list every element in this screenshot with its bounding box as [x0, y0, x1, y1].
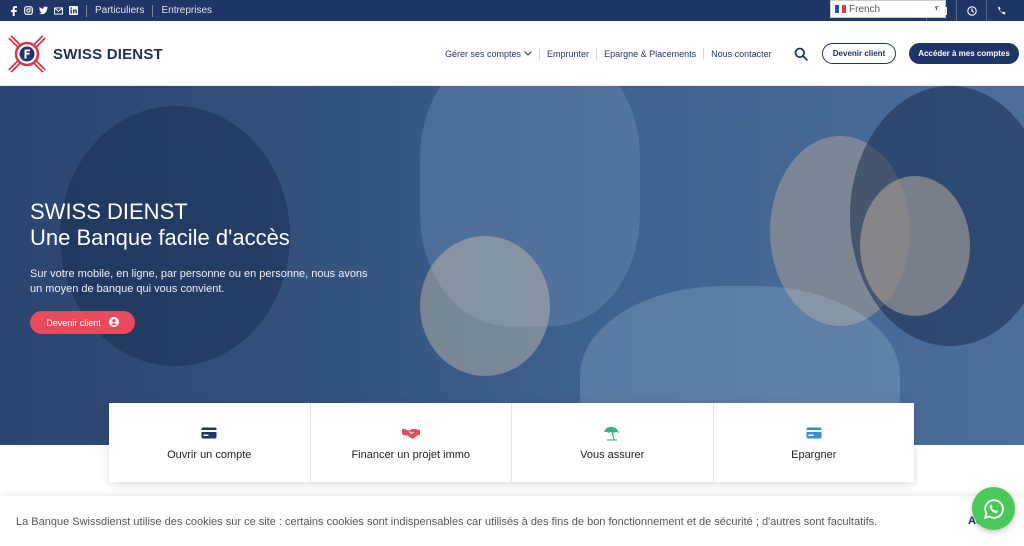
brand-name: SWISS DIENST [53, 45, 163, 63]
chevron-down-icon [524, 49, 532, 58]
card-icon [805, 425, 823, 441]
card-financer-projet[interactable]: Financer un projet immo [311, 403, 512, 482]
nav-item-emprunter[interactable]: Emprunter [540, 49, 596, 59]
user-icon [108, 316, 119, 329]
facebook-icon[interactable] [9, 5, 18, 16]
site-header: SWISS DIENST Gérer ses comptes Emprunter… [0, 21, 1024, 86]
nav-label: Nous contacter [711, 48, 772, 59]
logo-emblem-icon [8, 35, 46, 73]
logo[interactable]: SWISS DIENST [8, 35, 163, 73]
nav-item-epargne[interactable]: Epargne & Placements [597, 49, 703, 59]
clock-icon[interactable] [956, 0, 986, 21]
language-label: French [849, 3, 881, 15]
card-label: Vous assurer [580, 448, 645, 461]
hero-banner: SWISS DIENST Une Banque facile d'accès S… [0, 86, 1024, 445]
hero-text: SWISS DIENST Une Banque facile d'accès S… [30, 199, 380, 297]
main-nav: Gérer ses comptes Emprunter Epargne & Pl… [445, 21, 779, 86]
hero-button-label: Devenir client [46, 317, 101, 328]
social-links [0, 5, 78, 16]
nav-label: Emprunter [547, 48, 590, 59]
whatsapp-icon [983, 498, 1004, 519]
hero-photo-shape [860, 176, 970, 316]
topbar-divider [86, 4, 87, 17]
quick-actions: Ouvrir un compte Financer un projet immo… [109, 403, 914, 482]
topbar-divider [152, 4, 154, 17]
twitter-icon[interactable] [39, 6, 48, 15]
particuliers-link[interactable]: Particuliers [95, 5, 144, 16]
hero-subtitle-title: Une Banque facile d'accès [30, 225, 290, 250]
hero-photo-shape [420, 236, 550, 376]
become-client-button[interactable]: Devenir client [822, 43, 896, 64]
nav-item-contact[interactable]: Nous contacter [704, 49, 779, 59]
hero-title: SWISS DIENST [30, 199, 188, 224]
instagram-icon[interactable] [24, 6, 33, 15]
hero-description: Sur votre mobile, en ligne, par personne… [30, 268, 368, 295]
nav-label: Epargne & Placements [604, 48, 697, 59]
card-label: Financer un projet immo [351, 448, 471, 461]
phone-icon[interactable] [986, 0, 1016, 21]
nav-label: Gérer ses comptes [445, 48, 522, 59]
credit-card-icon [200, 425, 218, 441]
cookie-text: La Banque Swissdienst utilise des cookie… [16, 516, 878, 528]
card-label: Ouvrir un compte [167, 448, 252, 461]
card-vous-assurer[interactable]: Vous assurer [512, 403, 714, 482]
topbar-contact-icons [926, 0, 1016, 21]
linkedin-icon[interactable] [69, 6, 78, 15]
access-accounts-button[interactable]: Accéder à mes comptes [909, 43, 1019, 64]
beach-umbrella-icon [603, 425, 621, 441]
france-flag-icon [835, 5, 847, 13]
card-ouvrir-compte[interactable]: Ouvrir un compte [109, 403, 311, 482]
hero-become-client-button[interactable]: Devenir client [30, 311, 135, 334]
entreprises-link[interactable]: Entreprises [161, 5, 212, 16]
card-label: Epargner [791, 448, 837, 461]
handshake-icon [401, 425, 420, 441]
search-icon[interactable] [794, 47, 808, 61]
mail-icon[interactable] [926, 0, 956, 21]
mail-icon[interactable] [54, 6, 63, 15]
whatsapp-button[interactable] [972, 487, 1015, 530]
cookie-banner: La Banque Swissdienst utilise des cookie… [0, 496, 1024, 546]
nav-item-gerer-comptes[interactable]: Gérer ses comptes [445, 49, 539, 59]
card-epargner[interactable]: Epargner [714, 403, 915, 482]
